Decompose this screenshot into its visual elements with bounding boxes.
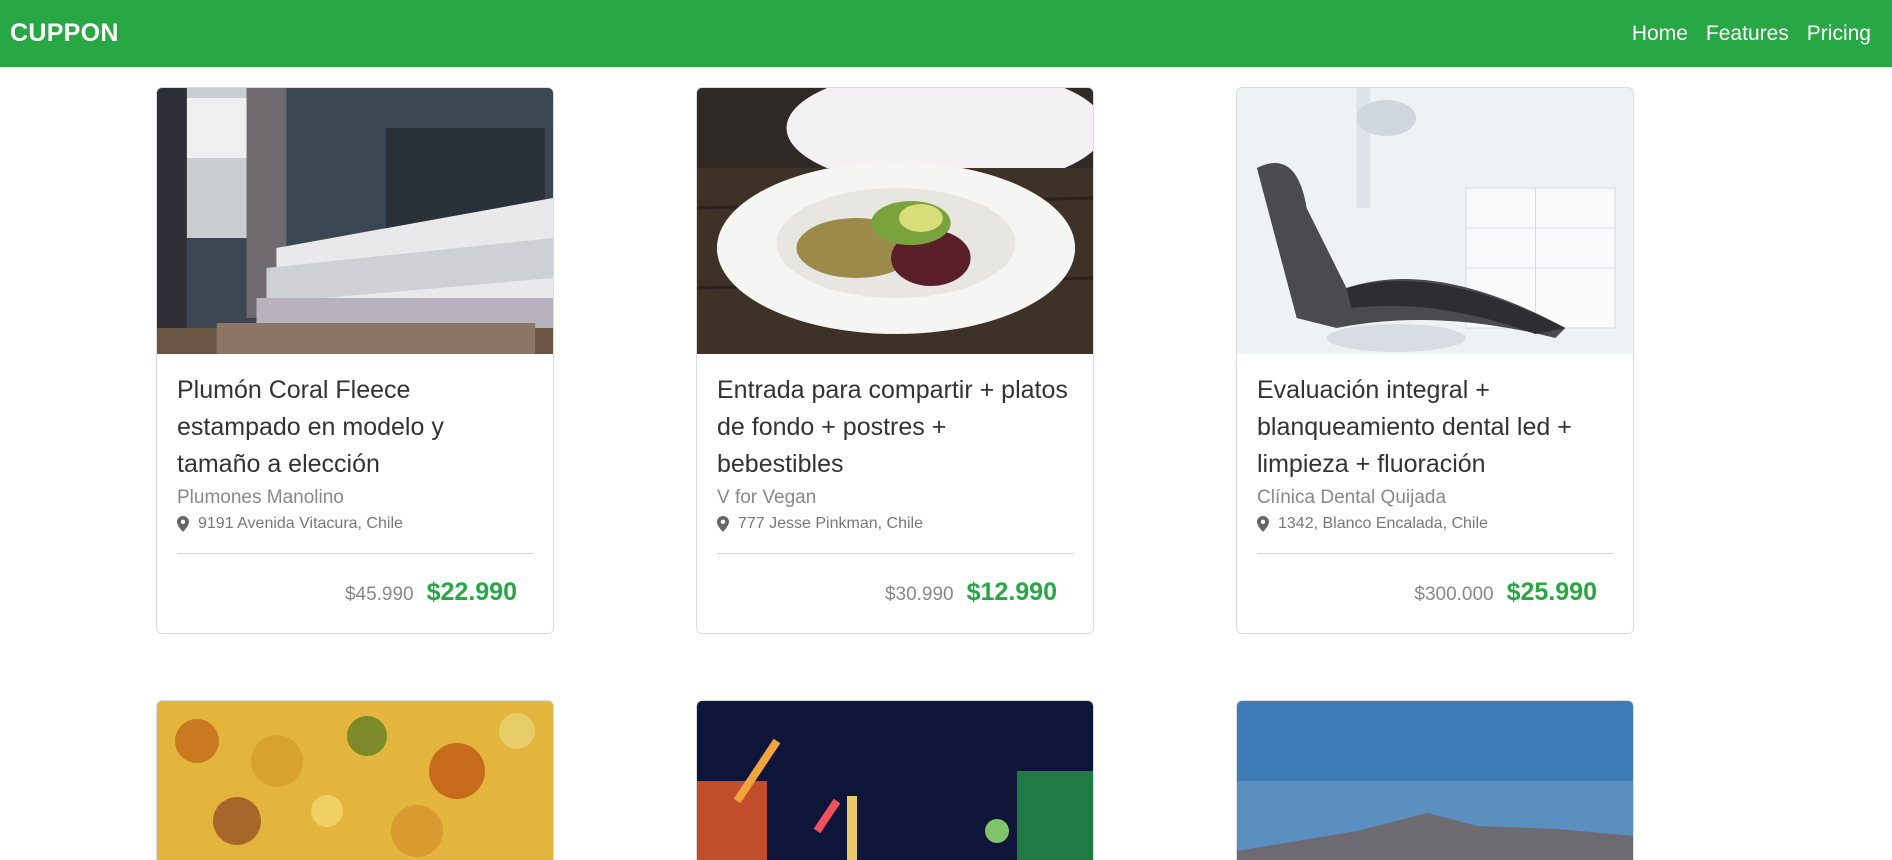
vendor-name: Clínica Dental Quijada [1257, 487, 1447, 508]
bedroom-photo [157, 88, 553, 354]
deal-card-partial[interactable] [156, 700, 554, 860]
old-price: $45.990 [344, 584, 414, 605]
location: 777 Jesse Pinkman, Chile [717, 515, 1073, 533]
new-price: $12.990 [966, 578, 1057, 606]
vendor-name: V for Vegan [717, 487, 817, 508]
food-photo [157, 701, 553, 860]
deal-title[interactable]: Plumón Coral Fleece estampado en modelo … [177, 372, 533, 483]
deal-card-partial[interactable] [696, 700, 1094, 860]
deal-card[interactable]: Entrada para compartir + platos de fondo… [696, 87, 1094, 634]
map-pin-icon [1257, 516, 1269, 532]
new-price: $22.990 [426, 578, 517, 606]
nav-link-pricing[interactable]: Pricing [1798, 22, 1880, 46]
deal-card[interactable]: Plumón Coral Fleece estampado en modelo … [156, 87, 554, 634]
price-row: $300.000 $25.990 [1257, 554, 1613, 613]
deal-card-partial[interactable] [1236, 700, 1634, 860]
top-navbar: CUPPON Home Features Pricing [0, 0, 1892, 67]
location: 9191 Avenida Vitacura, Chile [177, 515, 533, 533]
nav-link-home[interactable]: Home [1623, 22, 1697, 46]
old-price: $30.990 [884, 584, 954, 605]
deal-card[interactable]: Evaluación integral + blanqueamiento den… [1236, 87, 1634, 634]
price-row: $30.990 $12.990 [717, 554, 1073, 613]
vendor-name: Plumones Manolino [177, 487, 344, 508]
location-text: 9191 Avenida Vitacura, Chile [198, 515, 403, 532]
nav-link-features[interactable]: Features [1697, 22, 1798, 46]
brand-logo[interactable]: CUPPON [10, 19, 119, 48]
deal-title[interactable]: Entrada para compartir + platos de fondo… [717, 372, 1073, 483]
nav-links: Home Features Pricing [1623, 22, 1880, 46]
dental-chair-photo [1237, 88, 1633, 354]
map-pin-icon [717, 516, 729, 532]
location-text: 777 Jesse Pinkman, Chile [738, 515, 923, 532]
new-price: $25.990 [1506, 578, 1597, 606]
location-text: 1342, Blanco Encalada, Chile [1278, 515, 1488, 532]
deal-title[interactable]: Evaluación integral + blanqueamiento den… [1257, 372, 1613, 483]
carnival-photo [697, 701, 1093, 860]
location: 1342, Blanco Encalada, Chile [1257, 515, 1613, 533]
map-pin-icon [177, 516, 189, 532]
landscape-photo [1237, 701, 1633, 860]
price-row: $45.990 $22.990 [177, 554, 533, 613]
salad-photo [697, 88, 1093, 354]
old-price: $300.000 [1414, 584, 1494, 605]
